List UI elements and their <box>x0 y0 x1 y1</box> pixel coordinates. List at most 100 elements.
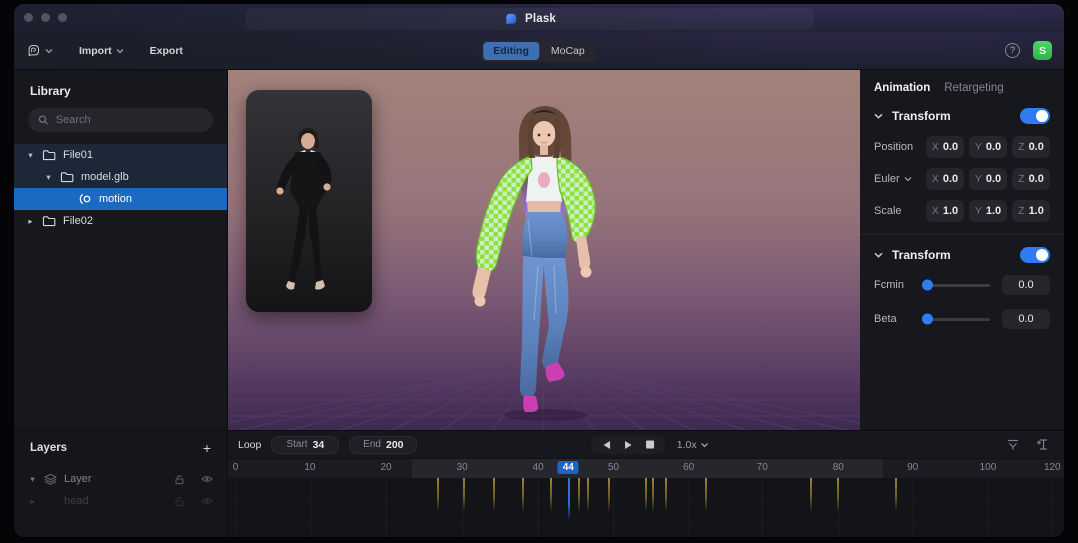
grid-line <box>236 478 237 537</box>
layer-row[interactable]: ▾ Layer <box>14 468 227 490</box>
grid-line <box>538 478 539 537</box>
keyframe-marker[interactable] <box>463 478 465 512</box>
position-x-field[interactable]: X0.0 <box>926 136 964 158</box>
add-layer-button[interactable]: + <box>203 443 211 453</box>
grid-line <box>1052 478 1053 537</box>
ruler-tick-label: 40 <box>533 462 544 473</box>
chevron-down-icon <box>701 442 709 448</box>
ruler-tick-label: 80 <box>833 462 844 473</box>
keyframe-marker[interactable] <box>587 478 589 512</box>
keyframe-marker[interactable] <box>665 478 667 512</box>
caret-down-icon[interactable]: ▾ <box>28 474 37 485</box>
fcmin-value[interactable]: 0.0 <box>1002 275 1050 295</box>
position-y-field[interactable]: Y0.0 <box>969 136 1007 158</box>
keyframe-marker[interactable] <box>837 478 839 512</box>
chevron-down-icon <box>45 48 53 54</box>
fcmin-slider[interactable] <box>924 284 990 287</box>
ruler-tick-label: 20 <box>380 462 391 473</box>
keyframe-marker[interactable] <box>550 478 552 512</box>
titlebar: Plask <box>14 4 1064 32</box>
caret-down-icon[interactable]: ▾ <box>44 172 53 183</box>
keyframe-marker[interactable] <box>608 478 610 512</box>
close-window-button[interactable] <box>24 13 33 22</box>
visibility-eye-icon[interactable] <box>201 496 213 506</box>
avatar[interactable]: S <box>1033 41 1052 60</box>
unlock-icon[interactable] <box>174 496 185 507</box>
reference-preview-card[interactable] <box>246 90 372 312</box>
traffic-lights[interactable] <box>24 13 67 22</box>
timeline-ruler[interactable]: 44 0102030405060708090100120 <box>228 459 1064 478</box>
minimize-window-button[interactable] <box>41 13 50 22</box>
transform-section-header-2[interactable]: Transform <box>874 247 1050 263</box>
transform-row-scale: ScaleX1.0Y1.0Z1.0 <box>874 200 1050 222</box>
help-button[interactable]: ? <box>1005 43 1020 58</box>
filter-keyframes-icon[interactable] <box>1006 438 1020 451</box>
tab-retargeting[interactable]: Retargeting <box>944 82 1003 94</box>
app-title: Plask <box>525 13 556 25</box>
keyframe-marker[interactable] <box>437 478 439 512</box>
loop-end-input[interactable]: End 200 <box>349 436 417 454</box>
unlock-icon[interactable] <box>174 474 185 485</box>
tab-mocap[interactable]: MoCap <box>541 42 595 60</box>
layer-row[interactable]: ▸ head <box>14 490 227 512</box>
mode-switcher: Editing MoCap <box>481 40 596 62</box>
ruler-tick-label: 50 <box>608 462 619 473</box>
play-button[interactable] <box>624 440 634 450</box>
keyframe-marker[interactable] <box>493 478 495 512</box>
loop-toggle[interactable]: Loop <box>238 439 261 451</box>
tree-item-motion[interactable]: motion <box>14 188 227 210</box>
timeline-tracks[interactable] <box>228 478 1064 537</box>
plask-outline-logo-icon <box>26 43 41 58</box>
layers-stack-icon <box>44 473 57 485</box>
row-label[interactable]: Euler <box>874 173 926 185</box>
scale-z-field[interactable]: Z1.0 <box>1012 200 1050 222</box>
euler-z-field[interactable]: Z0.0 <box>1012 168 1050 190</box>
section-title: Transform <box>892 109 1020 123</box>
import-button[interactable]: Import <box>79 45 124 57</box>
app-menu-button[interactable] <box>26 43 53 58</box>
keyframe-marker[interactable] <box>578 478 580 512</box>
tab-editing[interactable]: Editing <box>483 42 539 60</box>
tree-item-file01[interactable]: ▾File01 <box>14 144 227 166</box>
section-title: Transform <box>892 248 1020 262</box>
search-box[interactable] <box>28 108 213 132</box>
tree-item-file02[interactable]: ▸ File02 <box>14 210 227 232</box>
euler-y-field[interactable]: Y0.0 <box>969 168 1007 190</box>
caret-right-icon[interactable]: ▸ <box>26 216 35 227</box>
stop-button[interactable] <box>646 440 655 449</box>
scale-y-field[interactable]: Y1.0 <box>969 200 1007 222</box>
caret-down-icon[interactable]: ▾ <box>26 150 35 161</box>
chevron-down-icon <box>874 113 883 119</box>
keyframe-marker[interactable] <box>705 478 707 512</box>
keyframe-marker[interactable] <box>645 478 647 512</box>
position-z-field[interactable]: Z0.0 <box>1012 136 1050 158</box>
keyframe-marker[interactable] <box>522 478 524 512</box>
playback-speed-dropdown[interactable]: 1.0x <box>677 439 709 451</box>
insert-frame-icon[interactable] <box>1036 438 1050 451</box>
chevron-down-icon <box>116 48 124 54</box>
tree-item-label: motion <box>99 193 132 205</box>
viewport-3d[interactable] <box>228 70 860 430</box>
zoom-window-button[interactable] <box>58 13 67 22</box>
transform-toggle[interactable] <box>1020 108 1050 124</box>
scale-x-field[interactable]: X1.0 <box>926 200 964 222</box>
loop-start-input[interactable]: Start 34 <box>271 436 339 454</box>
beta-slider[interactable] <box>924 318 990 321</box>
step-back-button[interactable] <box>602 440 612 450</box>
euler-x-field[interactable]: X0.0 <box>926 168 964 190</box>
transform-section-header[interactable]: Transform <box>874 108 1050 124</box>
export-button[interactable]: Export <box>150 45 183 57</box>
keyframe-marker[interactable] <box>810 478 812 512</box>
current-frame-badge[interactable]: 44 <box>558 461 579 474</box>
search-input[interactable] <box>56 114 203 126</box>
caret-right-icon[interactable]: ▸ <box>28 496 37 507</box>
keyframe-marker[interactable] <box>652 478 654 512</box>
tree-item-label: File02 <box>63 215 93 227</box>
tab-animation[interactable]: Animation <box>874 82 930 94</box>
keyframe-marker[interactable] <box>895 478 897 512</box>
tree-item-model-glb[interactable]: ▾model.glb <box>14 166 227 188</box>
beta-value[interactable]: 0.0 <box>1002 309 1050 329</box>
visibility-eye-icon[interactable] <box>201 474 213 484</box>
playhead[interactable] <box>568 478 570 520</box>
transform-toggle-2[interactable] <box>1020 247 1050 263</box>
